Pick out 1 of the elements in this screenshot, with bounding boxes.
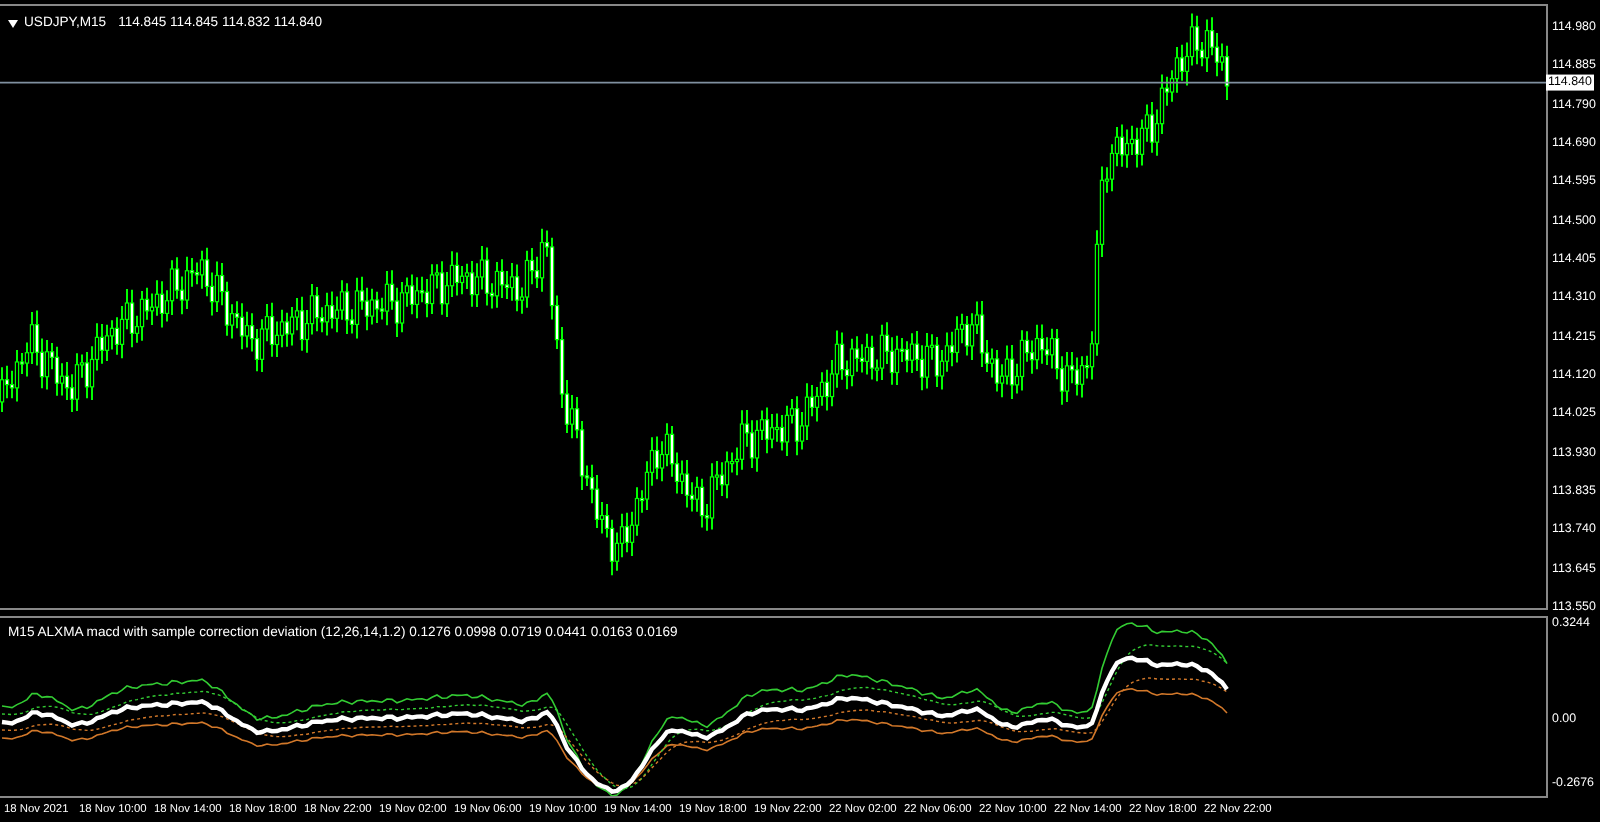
caret-icon[interactable] — [8, 20, 18, 29]
